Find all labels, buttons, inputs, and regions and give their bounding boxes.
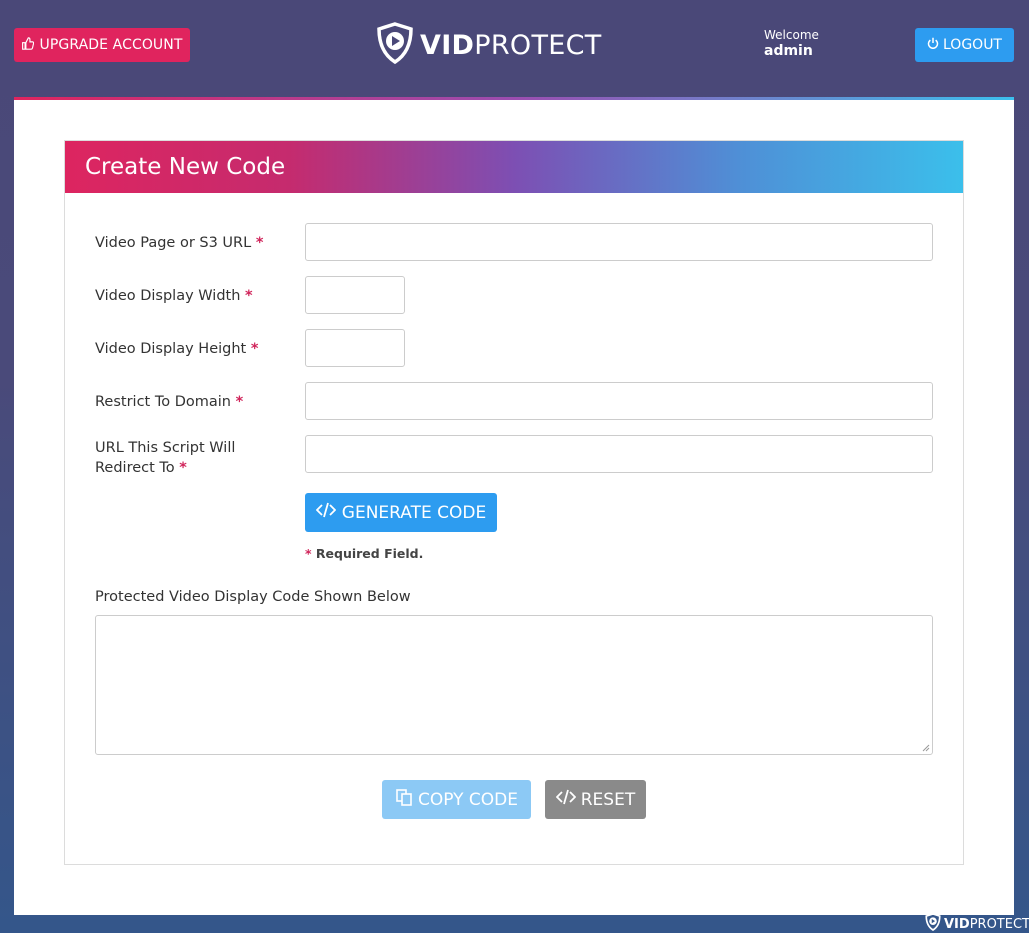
power-icon <box>927 37 939 53</box>
logo-text: VIDPROTECT <box>420 29 602 61</box>
logout-button[interactable]: LOGOUT <box>915 28 1014 62</box>
vidprotect-logo: VIDPROTECT <box>376 22 602 68</box>
reset-label: RESET <box>580 789 636 810</box>
video-width-input[interactable] <box>305 276 405 314</box>
footer-logo-text: VIDPROTECT <box>944 916 1029 932</box>
copy-code-label: COPY CODE <box>418 789 518 810</box>
field-label-redirect: URL This Script Will Redirect To * <box>95 440 236 476</box>
resize-grip-icon[interactable] <box>922 744 930 752</box>
top-bar: UPGRADE ACCOUNT VIDPROTECT Welcome admin… <box>0 0 1029 97</box>
field-label-width: Video Display Width * <box>95 288 253 304</box>
code-icon <box>315 502 337 523</box>
username: admin <box>764 43 813 59</box>
upgrade-account-button[interactable]: UPGRADE ACCOUNT <box>14 28 190 62</box>
footer-logo: VIDPROTECT <box>925 913 1029 933</box>
field-label-video-url: Video Page or S3 URL * <box>95 235 264 251</box>
panel-title: Create New Code <box>85 154 286 180</box>
welcome-block: Welcome admin <box>764 28 819 59</box>
field-label-domain: Restrict To Domain * <box>95 394 244 410</box>
main-content: Create New Code Video Page or S3 URL * V… <box>14 100 1014 915</box>
shield-play-icon <box>376 22 414 68</box>
generate-code-label: GENERATE CODE <box>341 502 487 523</box>
welcome-label: Welcome <box>764 28 819 42</box>
reset-button[interactable]: RESET <box>545 780 646 819</box>
generate-code-button[interactable]: GENERATE CODE <box>305 493 497 532</box>
panel-header: Create New Code <box>65 141 963 193</box>
code-icon <box>555 789 577 810</box>
field-label-height: Video Display Height * <box>95 341 259 357</box>
output-code-label: Protected Video Display Code Shown Below <box>95 589 411 605</box>
logout-label: LOGOUT <box>943 37 1002 53</box>
video-height-input[interactable] <box>305 329 405 367</box>
output-code-textarea[interactable] <box>95 615 933 755</box>
required-field-note: * Required Field. <box>305 546 424 561</box>
redirect-url-input[interactable] <box>305 435 933 473</box>
thumbs-up-icon <box>21 36 35 54</box>
restrict-domain-input[interactable] <box>305 382 933 420</box>
upgrade-account-label: UPGRADE ACCOUNT <box>39 37 183 53</box>
shield-play-icon <box>925 913 941 933</box>
create-code-panel: Create New Code Video Page or S3 URL * V… <box>64 140 964 865</box>
copy-icon <box>395 788 413 811</box>
copy-code-button[interactable]: COPY CODE <box>382 780 531 819</box>
video-url-input[interactable] <box>305 223 933 261</box>
